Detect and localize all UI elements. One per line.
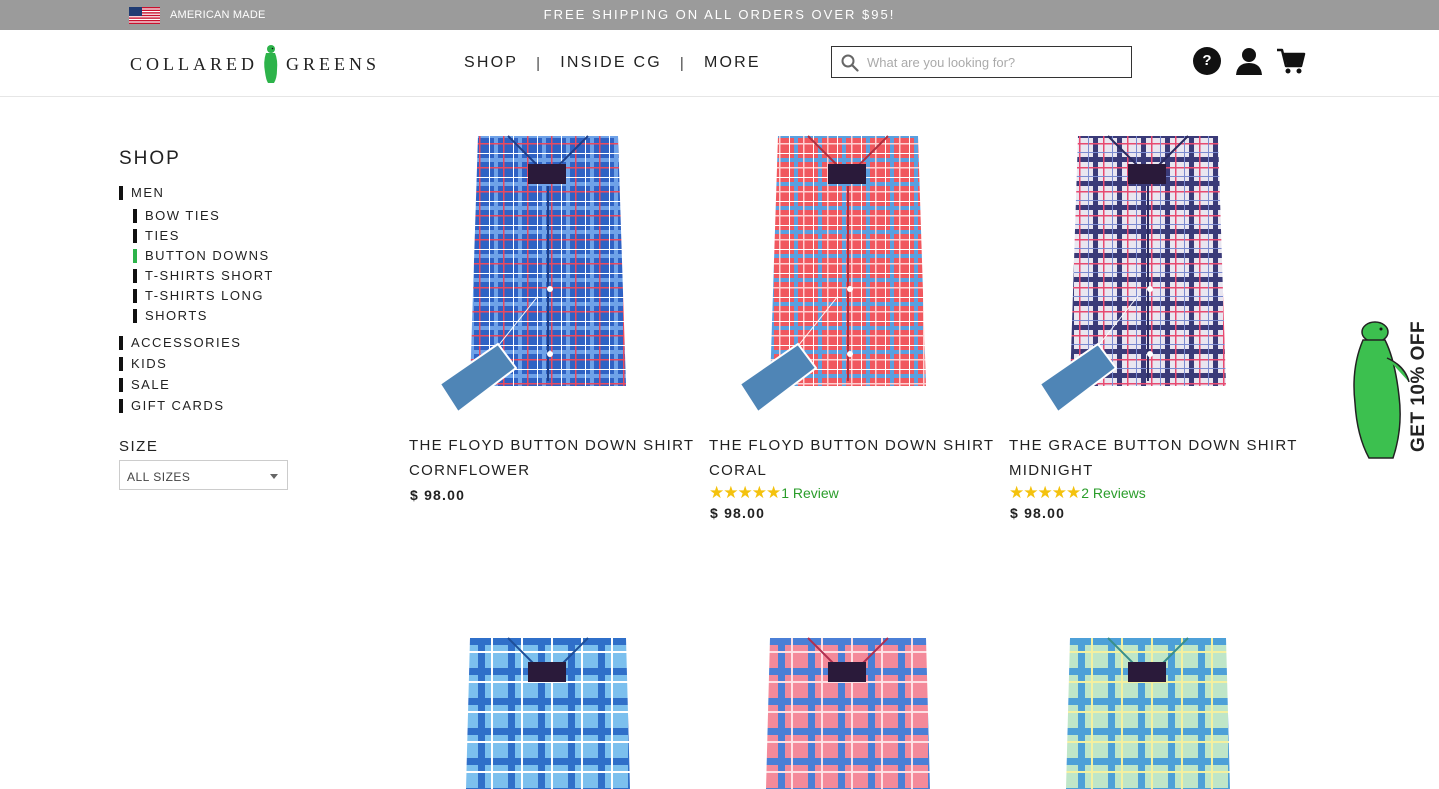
top-announcement-bar: AMERICAN MADE FREE SHIPPING ON ALL ORDER… [0,0,1439,30]
bear-logo-icon [264,45,278,83]
site-logo[interactable]: COLLARED GREENS [130,43,380,85]
search-icon [841,54,859,72]
product-rating[interactable]: ★★★★★ 2 Reviews [1009,483,1146,503]
nav-shop[interactable]: SHOP [464,54,518,72]
product-price: $ 98.00 [410,487,466,503]
product-image[interactable] [1038,628,1258,789]
size-select-value: ALL SIZES [127,470,191,484]
chevron-down-icon [270,474,278,479]
help-icon[interactable]: ? [1193,47,1221,75]
star-rating-icon: ★★★★★ [1009,483,1081,502]
product-title-line2: CORNFLOWER [409,462,531,479]
site-header: COLLARED GREENS SHOP | INSIDE CG | MORE … [0,30,1439,97]
cart-icon[interactable] [1276,47,1306,75]
discount-tab-label[interactable]: GET 10% OFF [1408,321,1430,452]
sidebar-item-sale[interactable]: SALE [119,378,170,392]
size-select[interactable]: ALL SIZES [119,460,288,490]
size-filter-title: SIZE [119,438,159,455]
sidebar-item-t-shirts-short[interactable]: T-SHIRTS SHORT [133,269,274,283]
product-image[interactable] [738,628,958,789]
review-count-link: 2 Reviews [1081,485,1146,501]
sidebar-item-bow-ties[interactable]: BOW TIES [133,209,220,223]
product-image-floyd-coral[interactable] [738,126,958,416]
logo-text-left: COLLARED [130,53,258,74]
sidebar-item-ties[interactable]: TIES [133,229,180,243]
product-rating[interactable]: ★★★★★ 1 Review [709,483,839,503]
logo-text-right: GREENS [286,53,381,74]
sidebar-title: SHOP [119,148,181,169]
product-price: $ 98.00 [710,505,766,521]
account-icon[interactable] [1234,47,1264,75]
product-title[interactable]: THE FLOYD BUTTON DOWN SHIRT CORAL [709,433,994,483]
sidebar-item-accessories[interactable]: ACCESSORIES [119,336,241,350]
sidebar-item-t-shirts-long[interactable]: T-SHIRTS LONG [133,289,264,303]
sidebar-item-men[interactable]: MEN [119,186,164,200]
main-nav: SHOP | INSIDE CG | MORE [464,54,761,72]
nav-separator: | [679,54,686,72]
product-image[interactable] [438,628,658,789]
sidebar-item-shorts[interactable]: SHORTS [133,309,208,323]
product-title[interactable]: THE FLOYD BUTTON DOWN SHIRT CORNFLOWER [409,433,694,483]
product-image-grace-midnight[interactable] [1038,126,1258,416]
sidebar-item-button-downs[interactable]: BUTTON DOWNS [133,249,270,263]
nav-inside-cg[interactable]: INSIDE CG [560,54,662,72]
review-count-link: 1 Review [781,485,839,501]
product-price: $ 98.00 [1010,505,1066,521]
star-rating-icon: ★★★★★ [709,483,781,502]
search-input[interactable] [867,52,1122,72]
product-title-line2: CORAL [709,462,768,479]
product-title-line1: THE FLOYD BUTTON DOWN SHIRT [409,437,695,454]
product-title[interactable]: THE GRACE BUTTON DOWN SHIRT MIDNIGHT [1009,433,1298,483]
product-image-floyd-cornflower[interactable] [438,126,658,416]
free-shipping-promo: FREE SHIPPING ON ALL ORDERS OVER $95! [543,7,896,22]
sidebar-item-kids[interactable]: KIDS [119,357,167,371]
product-title-line1: THE GRACE BUTTON DOWN SHIRT [1009,437,1298,454]
product-title-line1: THE FLOYD BUTTON DOWN SHIRT [709,437,995,454]
nav-more[interactable]: MORE [704,54,761,72]
product-title-line2: MIDNIGHT [1009,462,1094,479]
sidebar-item-gift-cards[interactable]: GIFT CARDS [119,399,225,413]
nav-separator: | [536,54,543,72]
search-box [831,46,1132,78]
